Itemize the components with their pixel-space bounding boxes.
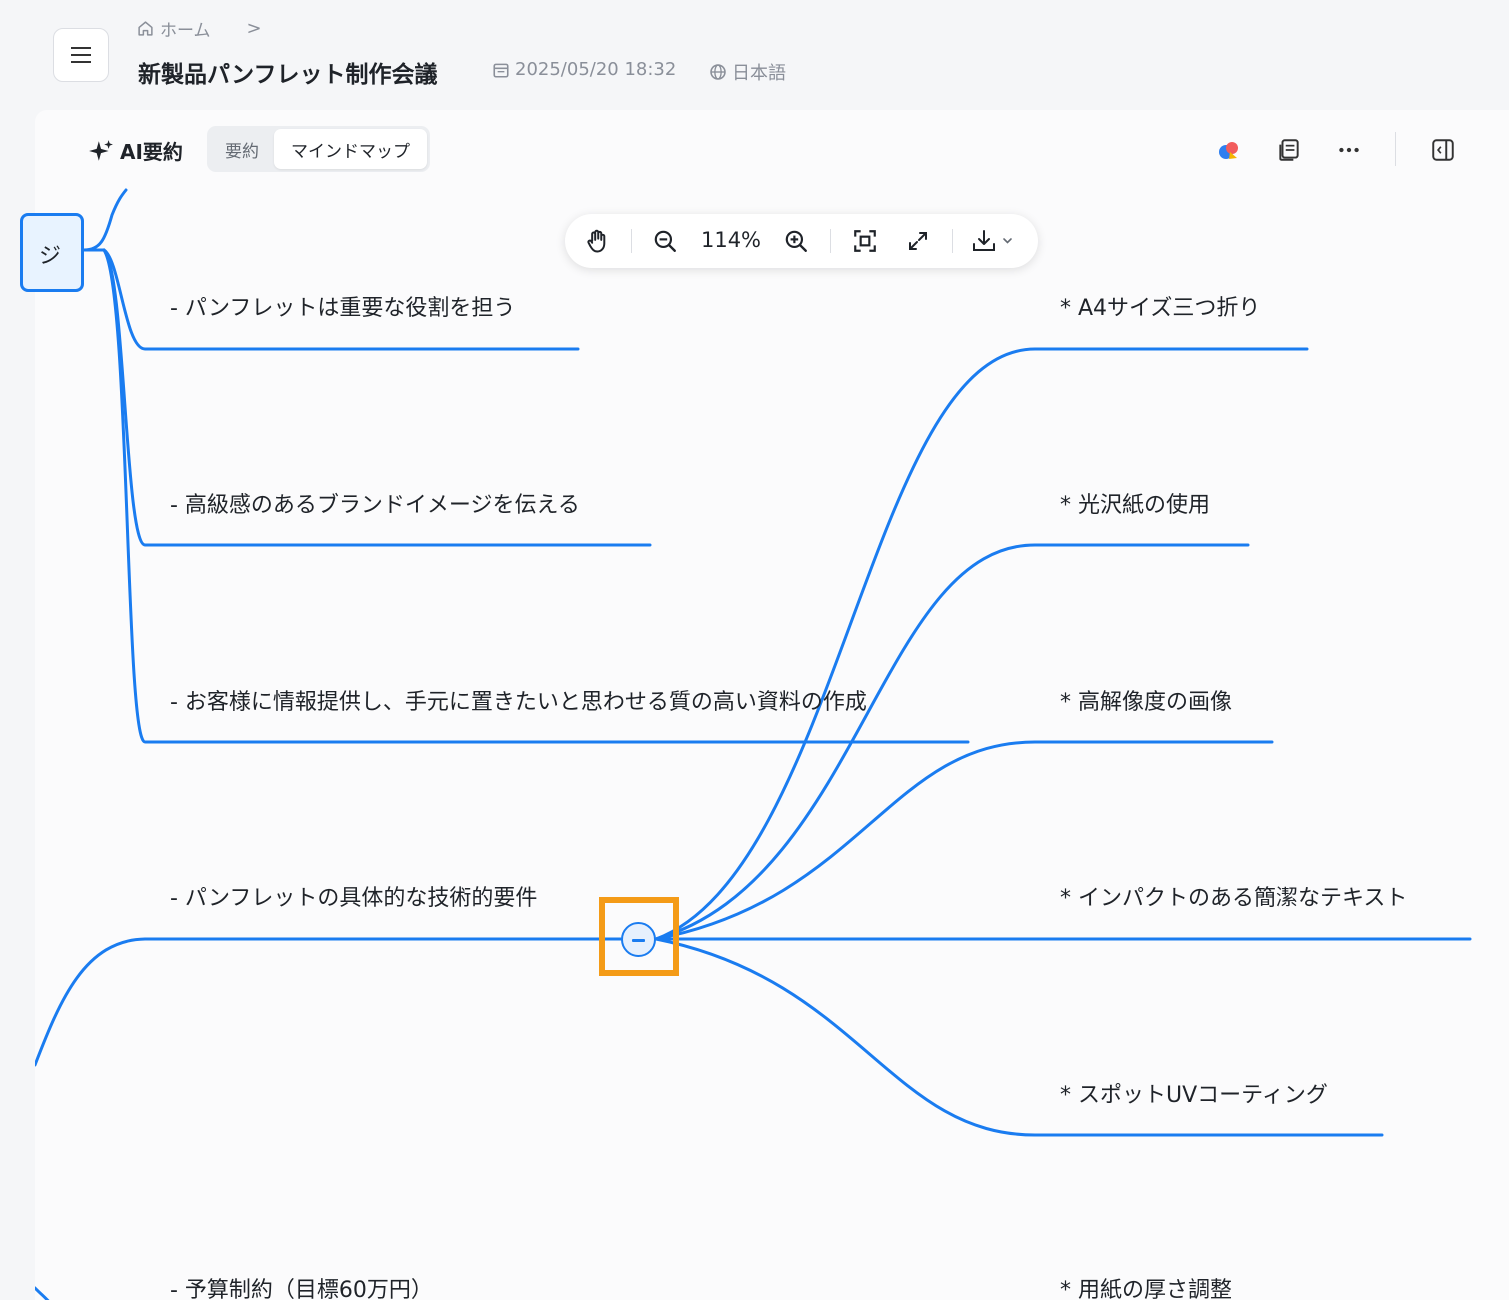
chevron-right-icon: > bbox=[246, 18, 262, 39]
meeting-date: 2025/05/20 18:32 bbox=[492, 59, 676, 80]
home-icon bbox=[138, 21, 153, 36]
zoom-in-icon[interactable] bbox=[781, 226, 811, 256]
toolbar-divider bbox=[631, 229, 632, 253]
mindmap-node[interactable]: * 光沢紙の使用 bbox=[1060, 491, 1210, 521]
mindmap-node[interactable]: * 高解像度の画像 bbox=[1060, 688, 1232, 718]
divider bbox=[1395, 132, 1396, 166]
menu-button[interactable] bbox=[53, 28, 109, 82]
mindmap-root-node[interactable]: ジ bbox=[20, 213, 84, 292]
sparkle-icon bbox=[89, 139, 113, 161]
hamburger-icon bbox=[71, 54, 91, 56]
mindmap-edge bbox=[35, 1286, 50, 1300]
mindmap-node[interactable]: * 用紙の厚さ調整 bbox=[1060, 1276, 1232, 1300]
mindmap-edge bbox=[35, 937, 623, 1067]
language-text: 日本語 bbox=[732, 63, 786, 84]
globe-icon bbox=[710, 64, 726, 80]
date-text: 2025/05/20 18:32 bbox=[515, 59, 677, 80]
mindmap-node[interactable]: * スポットUVコーティング bbox=[1060, 1081, 1328, 1111]
page-title: 新製品パンフレット制作会議 bbox=[138, 62, 438, 88]
calendar-icon bbox=[493, 63, 509, 78]
mindmap-node[interactable]: - パンフレットの具体的な技術的要件 bbox=[170, 884, 537, 914]
mindmap-toolbar: 114% bbox=[565, 214, 1038, 268]
toolbar-divider bbox=[952, 229, 953, 253]
breadcrumb: ホーム > bbox=[137, 16, 262, 41]
tab-summary[interactable]: 要約 bbox=[210, 129, 274, 169]
language-selector[interactable]: 日本語 bbox=[709, 59, 786, 85]
copy-icon[interactable] bbox=[1275, 136, 1303, 164]
view-tabs: 要約 マインドマップ bbox=[207, 126, 430, 172]
more-icon[interactable] bbox=[1335, 136, 1363, 164]
mindmap-node[interactable]: - パンフレットは重要な役割を担う bbox=[170, 294, 515, 324]
fit-screen-icon[interactable] bbox=[850, 226, 880, 256]
collapse-sidebar-icon[interactable] bbox=[1429, 136, 1457, 164]
mindmap-node[interactable]: - 高級感のあるブランドイメージを伝える bbox=[170, 491, 580, 521]
tab-mindmap[interactable]: マインドマップ bbox=[274, 129, 427, 169]
mindmap-node[interactable]: - 予算制約（目標60万円） bbox=[170, 1276, 433, 1300]
mindmap-node[interactable]: * A4サイズ三つ折り bbox=[1060, 294, 1260, 324]
collapse-node-button[interactable] bbox=[621, 922, 656, 957]
mindmap-node[interactable]: - お客様に情報提供し、手元に置きたいと思わせる質の高い資料の作成 bbox=[170, 688, 867, 718]
fullscreen-icon[interactable] bbox=[903, 226, 933, 256]
toolbar-divider bbox=[830, 229, 831, 253]
zoom-level: 114% bbox=[700, 228, 762, 252]
zoom-out-icon[interactable] bbox=[650, 226, 680, 256]
avatar-icon[interactable] bbox=[1215, 136, 1243, 164]
breadcrumb-home-link[interactable]: ホーム bbox=[160, 16, 211, 41]
hand-icon[interactable] bbox=[583, 226, 613, 256]
mindmap-node[interactable]: * インパクトのある簡潔なテキスト bbox=[1060, 884, 1407, 914]
ai-summary-label: AI要約 bbox=[88, 136, 183, 165]
mindmap-edge bbox=[82, 188, 128, 252]
download-icon[interactable] bbox=[970, 226, 1020, 256]
ai-summary-text: AI要約 bbox=[120, 140, 183, 164]
mindmap-edge bbox=[654, 347, 1309, 941]
